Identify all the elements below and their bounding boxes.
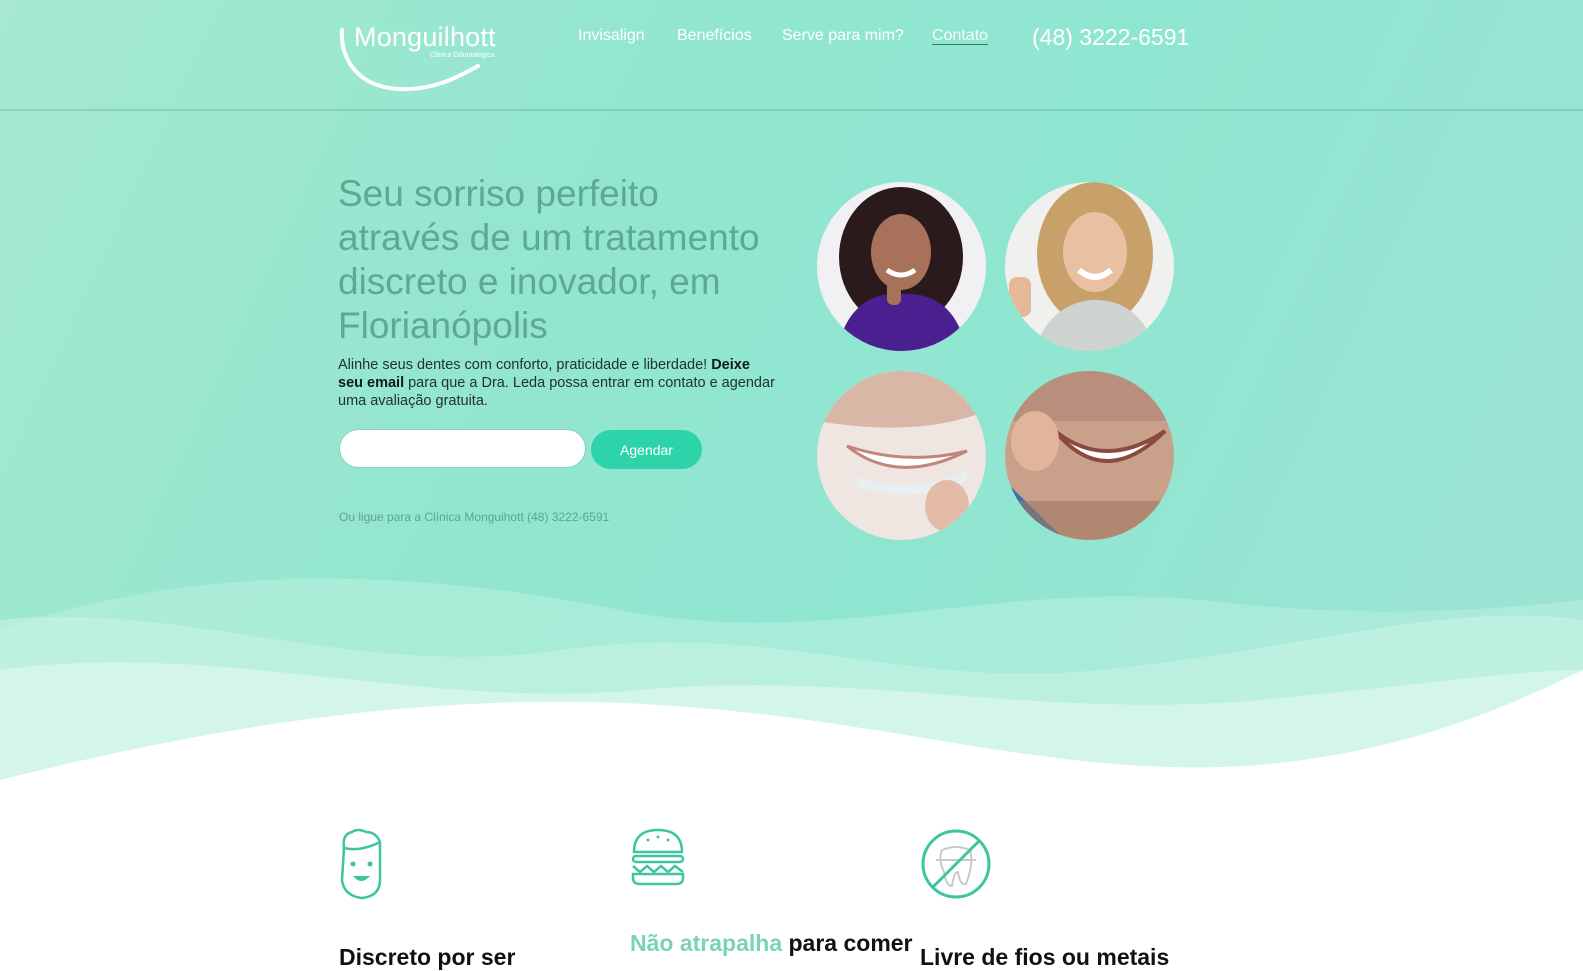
smiling-face-icon: [338, 828, 384, 905]
brand-name: Monguilhott: [354, 22, 496, 52]
nav-item-contato[interactable]: Contato: [932, 27, 988, 45]
feature-title-livre-de-fios: Livre de fios ou metais: [920, 944, 1170, 970]
burger-icon: [630, 828, 686, 891]
decorative-waves: [0, 578, 1583, 800]
feature-title-nao-atrapalha: Não atrapalha para comer: [630, 930, 913, 957]
nav-item-invisalign[interactable]: Invisalign: [578, 27, 645, 45]
header-divider: [0, 109, 1583, 111]
nav-item-beneficios[interactable]: Benefícios: [677, 27, 752, 45]
call-clinic-text: Ou ligue para a Clínica Monguihott (48) …: [339, 510, 610, 524]
feature-title-rest: para comer: [782, 930, 913, 956]
feature-title-accent: Não atrapalha: [630, 930, 783, 956]
nav-item-serve-para-mim[interactable]: Serve para mim?: [782, 27, 904, 45]
email-input[interactable]: [340, 430, 585, 467]
brand-tagline: Clínica Odontológica: [430, 52, 495, 59]
feature-title-discreto: Discreto por ser: [339, 944, 516, 970]
hero-subtext-part2: para que a Dra. Leda possa entrar em con…: [338, 375, 775, 409]
hero-section: [0, 0, 1583, 800]
agendar-button[interactable]: Agendar: [591, 430, 702, 469]
hero-subtext-part1: Alinhe seus dentes com conforto, pratici…: [338, 357, 712, 373]
photo-woman-holding-aligner: [817, 182, 986, 351]
nav-item-contato-label: Contato: [932, 27, 989, 44]
header-phone[interactable]: (48) 3222-6591: [1032, 24, 1189, 51]
no-wires-tooth-icon: [920, 828, 992, 905]
photo-man-inserting-aligner: [1005, 371, 1174, 540]
photo-smile-clear-aligner: [817, 371, 986, 540]
brand-logo[interactable]: Monguilhott Clínica Odontológica: [338, 22, 513, 94]
hero-subtext: Alinhe seus dentes com conforto, pratici…: [338, 356, 778, 410]
hero-headline: Seu sorriso perfeito através de um trata…: [338, 173, 760, 346]
photo-blonde-woman-aligner: [1005, 182, 1174, 351]
